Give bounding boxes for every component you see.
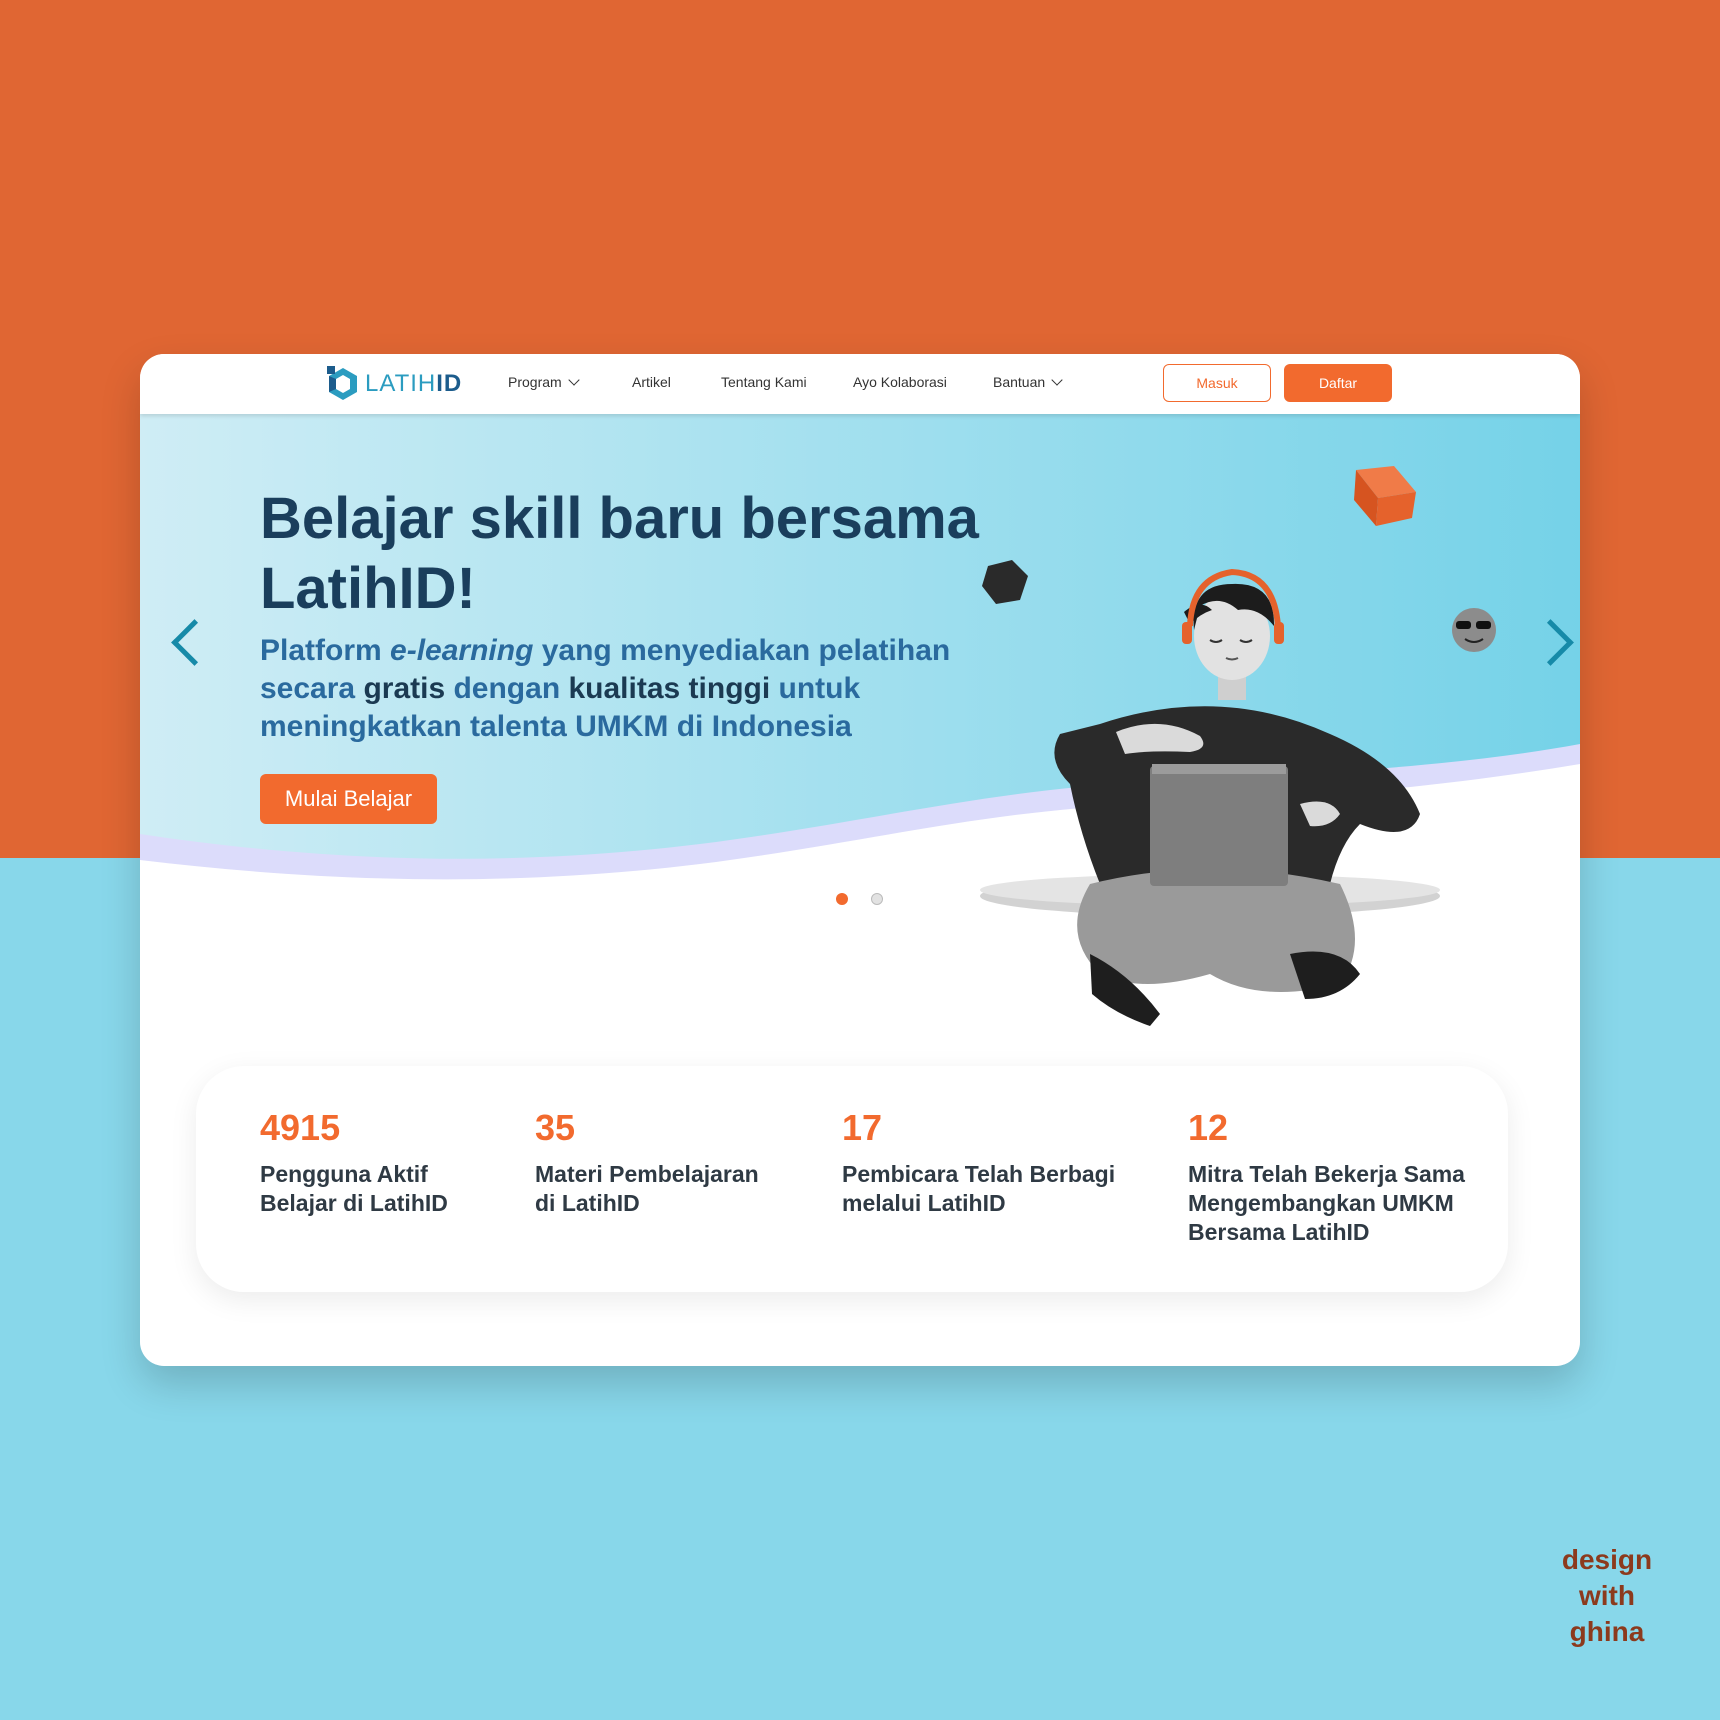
browser-frame: LATIHID Program Artikel Tentang Kami Ayo… (140, 354, 1580, 1366)
nav-ayo-kolaborasi-label: Ayo Kolaborasi (853, 374, 947, 390)
hero-headline: Belajar skill baru bersama LatihID! (260, 486, 979, 621)
stat-label: Materi Pembelajaran di LatihID (535, 1161, 759, 1216)
nav-bantuan-label: Bantuan (993, 374, 1046, 390)
nav-bantuan[interactable]: Bantuan (993, 374, 1063, 390)
start-learning-button[interactable]: Mulai Belajar (260, 774, 437, 824)
nav-tentang-kami[interactable]: Tentang Kami (721, 374, 807, 390)
nav-artikel[interactable]: Artikel (632, 374, 671, 390)
nav-program-label: Program (508, 374, 562, 390)
nav-tentang-kami-label: Tentang Kami (721, 374, 807, 390)
stat-value: 4915 (260, 1107, 341, 1148)
hero-section: Belajar skill baru bersama LatihID! Plat… (140, 414, 1580, 1034)
sunglasses-emoji-decoration (1452, 608, 1496, 652)
hero-subheadline: Platform e-learning yang menyediakan pel… (260, 634, 951, 743)
stat-label: Pengguna Aktif Belajar di LatihID (260, 1161, 448, 1216)
carousel-dot-active[interactable] (836, 893, 848, 905)
stats-card: 4915 Pengguna Aktif Belajar di LatihID 35… (196, 1066, 1508, 1292)
stat-label: Pembicara Telah Berbagi melalui LatihID (842, 1161, 1116, 1216)
stat-item: 35 Materi Pembelajaran di LatihID (535, 1106, 759, 1218)
stat-item: 17 Pembicara Telah Berbagi melalui LatihI… (842, 1106, 1115, 1218)
stat-label: Mitra Telah Bekerja Sama Mengembangkan UM… (1188, 1161, 1465, 1245)
stat-item: 4915 Pengguna Aktif Belajar di LatihID (260, 1106, 448, 1218)
nav-ayo-kolaborasi[interactable]: Ayo Kolaborasi (853, 374, 947, 390)
register-button[interactable]: Daftar (1284, 364, 1392, 402)
logo-icon (327, 366, 357, 400)
stat-value: 17 (842, 1107, 883, 1148)
login-button[interactable]: Masuk (1163, 364, 1271, 402)
nav-program[interactable]: Program (508, 374, 580, 390)
stat-value: 35 (535, 1107, 576, 1148)
logo[interactable]: LATIHID (327, 366, 462, 402)
logo-text: LATIHID (365, 370, 463, 397)
stat-item: 12 Mitra Telah Bekerja Sama Mengembangkan… (1188, 1106, 1465, 1247)
stat-value: 12 (1188, 1107, 1229, 1148)
watermark: design with ghina (1561, 1544, 1653, 1647)
navbar: LATIHID Program Artikel Tentang Kami Ayo… (140, 354, 1580, 414)
chevron-down-icon (1051, 374, 1063, 386)
carousel-dot[interactable] (871, 893, 883, 905)
nav-artikel-label: Artikel (632, 374, 671, 390)
chevron-down-icon (568, 374, 580, 386)
